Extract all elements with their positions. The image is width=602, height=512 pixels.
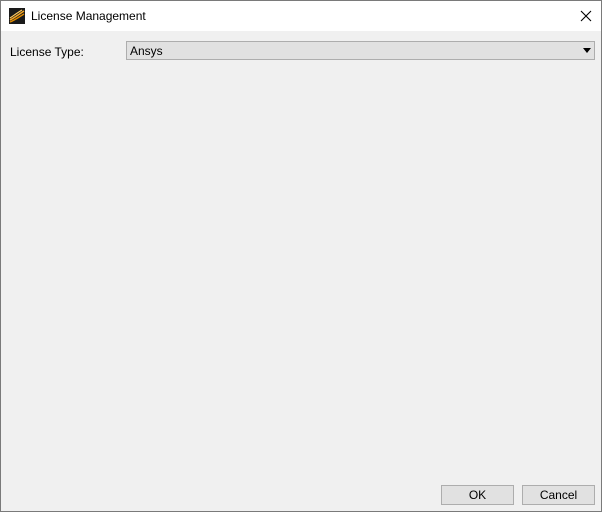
- ok-button[interactable]: OK: [441, 485, 514, 505]
- license-type-dropdown[interactable]: Ansys: [126, 41, 595, 60]
- license-type-label: License Type:: [10, 45, 84, 59]
- window-title: License Management: [31, 9, 146, 23]
- close-icon: [580, 10, 592, 22]
- license-type-value: Ansys: [130, 44, 163, 58]
- license-management-dialog: License Management License Type: Ansys O…: [0, 0, 602, 512]
- title-bar[interactable]: License Management: [1, 1, 601, 31]
- ansys-logo-icon: [9, 8, 25, 24]
- cancel-button[interactable]: Cancel: [522, 485, 595, 505]
- dropdown-arrow-icon: [583, 48, 591, 53]
- close-button[interactable]: [571, 1, 601, 31]
- dialog-content: License Type: Ansys OK Cancel: [1, 31, 601, 511]
